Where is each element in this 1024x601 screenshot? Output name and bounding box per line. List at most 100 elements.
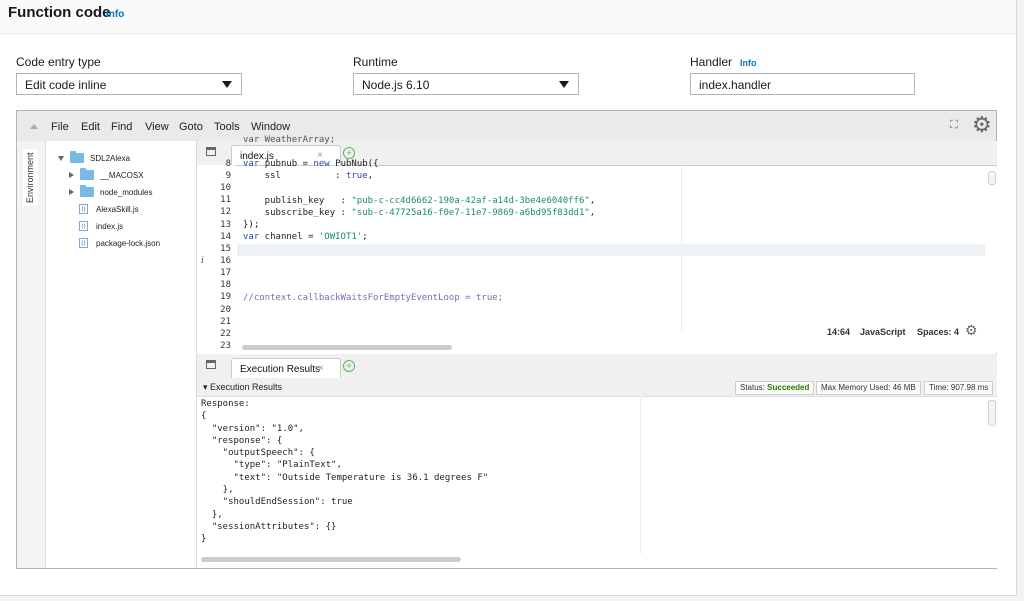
close-icon[interactable]: ×	[318, 363, 324, 374]
code-editor-ide: File Edit Find View Goto Tools Window ⛶ …	[16, 110, 997, 569]
status-badge: Status: Succeeded	[735, 381, 815, 395]
cursor-position[interactable]: 14:64	[827, 327, 850, 337]
tab-list-icon[interactable]	[206, 147, 216, 156]
code-entry-value: Edit code inline	[25, 78, 107, 92]
line-number: 18	[220, 280, 231, 290]
line-number: 10	[220, 183, 231, 193]
line-number: 23	[220, 341, 231, 351]
line-number: 9	[225, 171, 231, 181]
code-editor-pane: index.js × + 8 9 10 11 12 13 14 15 16 17…	[196, 135, 997, 353]
line-number: 19	[220, 292, 231, 302]
js-file-icon: ⟨⟩	[79, 221, 88, 231]
line-number: 11	[220, 195, 231, 205]
ide-menubar: File Edit Find View Goto Tools Window ⛶ …	[17, 111, 996, 142]
menu-view[interactable]: View	[145, 121, 169, 133]
time-badge: Time: 907.98 ms	[924, 381, 994, 395]
handler-value: index.handler	[699, 78, 772, 92]
tree-item-label: index.js	[96, 221, 124, 231]
tab-list-icon[interactable]	[206, 360, 216, 369]
menu-file[interactable]: File	[51, 121, 69, 133]
code-line: var WeatherArray;	[243, 135, 336, 145]
results-tabbar: Execution Results × +	[197, 354, 997, 379]
gear-icon[interactable]: ⚙	[965, 322, 978, 339]
indent-setting[interactable]: Spaces: 4	[917, 327, 959, 337]
tree-item-label: __MACOSX	[100, 170, 144, 180]
code-line: ssl : true,	[243, 171, 374, 181]
tree-folder-macosx[interactable]: __MACOSX	[69, 168, 144, 181]
results-header: ▾ Execution Results Status: Succeeded Ma…	[197, 378, 997, 397]
code-line: var pubnub = new PubNub({	[243, 159, 379, 169]
handler-label: Handler Info	[690, 55, 757, 69]
fullscreen-icon[interactable]: ⛶	[950, 119, 962, 131]
tab-label: Execution Results	[240, 364, 321, 375]
runtime-select[interactable]: Node.js 6.10	[353, 73, 579, 95]
tree-folder-node-modules[interactable]: node_modules	[69, 185, 153, 198]
chevron-right-icon	[69, 172, 74, 178]
tree-file-alexaskill[interactable]: ⟨⟩ AlexaSkill.js	[79, 203, 139, 215]
line-number: 20	[220, 305, 231, 315]
environment-sidebar: Environment	[17, 141, 46, 568]
handler-info-link[interactable]: Info	[740, 58, 757, 68]
menu-edit[interactable]: Edit	[81, 121, 100, 133]
status-value: Succeeded	[767, 383, 810, 392]
handler-label-text: Handler	[690, 55, 733, 69]
code-line: var channel = 'OWIOT1';	[243, 232, 368, 242]
panel-header: Function code Info	[0, 0, 1016, 34]
execution-results-pane: Execution Results × + ▾ Execution Result…	[196, 354, 997, 568]
add-tab-icon[interactable]: +	[343, 147, 355, 159]
line-number: 12	[220, 207, 231, 217]
tree-item-label: package-lock.json	[96, 238, 161, 248]
code-line: //context.callbackWaitsForEmptyEventLoop…	[243, 293, 504, 303]
tree-file-package-lock[interactable]: ⟨⟩ package-lock.json	[79, 237, 160, 249]
tree-item-label: node_modules	[100, 187, 153, 197]
collapse-icon[interactable]	[30, 124, 38, 129]
handler-input[interactable]: index.handler	[690, 73, 915, 95]
menu-find[interactable]: Find	[111, 121, 132, 133]
results-title[interactable]: ▾ Execution Results	[203, 382, 282, 393]
file-tree: SDL2Alexa __MACOSX node_modules ⟨⟩ Alexa…	[46, 141, 196, 568]
environment-tab[interactable]: Environment	[23, 149, 38, 206]
line-number: 21	[220, 317, 231, 327]
page-title: Function code	[8, 4, 111, 21]
print-margin	[681, 165, 682, 333]
execution-output[interactable]: Response: { "version": "1.0", "response"…	[201, 398, 488, 546]
chevron-right-icon	[69, 189, 74, 195]
info-link[interactable]: Info	[106, 9, 124, 20]
line-number: 8	[225, 159, 231, 169]
menu-tools[interactable]: Tools	[214, 121, 240, 133]
tree-item-label: AlexaSkill.js	[96, 204, 139, 214]
add-tab-icon[interactable]: +	[343, 360, 355, 372]
gear-icon[interactable]: ⚙	[972, 114, 992, 136]
editor-horizontal-scrollbar[interactable]	[242, 345, 452, 350]
code-entry-label: Code entry type	[16, 55, 101, 69]
memory-badge: Max Memory Used: 46 MB	[816, 381, 921, 395]
line-number: 17	[220, 268, 231, 278]
line-number: 14	[220, 232, 231, 242]
info-marker-icon[interactable]: i	[201, 256, 204, 266]
line-gutter: 8 9 10 11 12 13 14 15 16 17 18 19 20 21 …	[197, 159, 235, 353]
tab-execution-results[interactable]: Execution Results ×	[231, 358, 341, 378]
menu-goto[interactable]: Goto	[179, 121, 203, 133]
js-file-icon: ⟨⟩	[79, 204, 88, 214]
folder-icon	[70, 151, 84, 163]
code-line: });	[243, 220, 260, 230]
status-label: Status:	[740, 383, 765, 392]
chevron-down-icon	[222, 81, 232, 88]
tree-item-label: SDL2Alexa	[90, 153, 131, 163]
runtime-value: Node.js 6.10	[362, 78, 430, 92]
menu-window[interactable]: Window	[251, 121, 290, 133]
code-line: publish_key : "pub-c-cc4d6662-190a-42af-…	[243, 196, 596, 206]
results-horizontal-scrollbar[interactable]	[201, 557, 461, 562]
code-line: subscribe_key : "sub-c-47725a16-f0e7-11e…	[243, 208, 596, 218]
language-mode[interactable]: JavaScript	[860, 327, 906, 337]
folder-icon	[80, 185, 94, 197]
tree-folder-root[interactable]: SDL2Alexa	[58, 151, 131, 164]
editor-vertical-scrollbar[interactable]	[988, 171, 996, 185]
runtime-label: Runtime	[353, 55, 398, 69]
line-number: 13	[220, 220, 231, 230]
function-code-panel: Function code Info Code entry type Edit …	[0, 0, 1017, 596]
line-number: 15	[220, 244, 231, 254]
results-vertical-scrollbar[interactable]	[988, 400, 996, 426]
tree-file-index[interactable]: ⟨⟩ index.js	[79, 220, 123, 232]
code-entry-select[interactable]: Edit code inline	[16, 73, 242, 95]
